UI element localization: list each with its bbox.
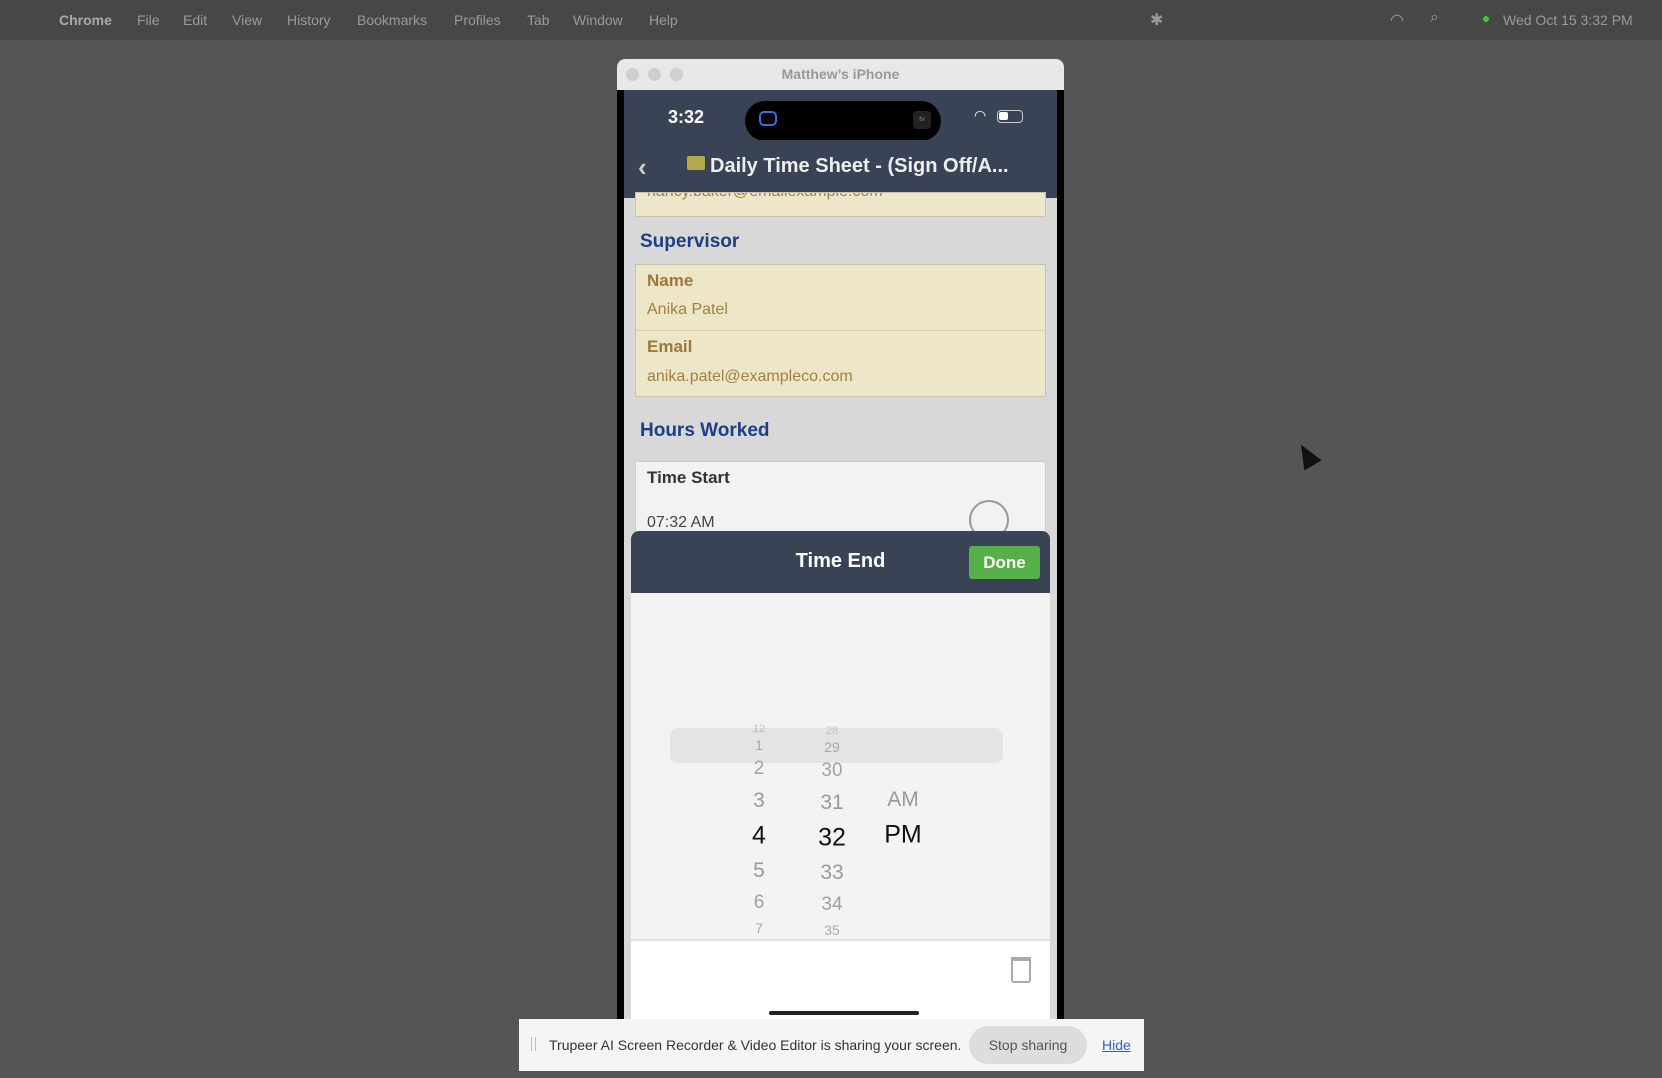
menu-view[interactable]: View (232, 12, 262, 28)
hour-option[interactable]: 5 (753, 859, 765, 883)
trash-icon[interactable] (1011, 957, 1031, 983)
back-chevron-icon[interactable]: ‹ (638, 152, 647, 183)
apple-tv-icon: tv (913, 111, 931, 129)
hour-option[interactable]: 7 (755, 920, 763, 936)
minute-option[interactable]: 31 (820, 791, 843, 815)
recording-dot-icon (1483, 16, 1489, 22)
menu-tab[interactable]: Tab (527, 12, 550, 28)
minute-option[interactable]: 34 (821, 894, 842, 916)
email-value[interactable]: anika.patel@exampleco.com (647, 368, 853, 386)
menu-history[interactable]: History (287, 12, 331, 28)
phone-status-bar: 3:32 tv ◠ (624, 90, 1057, 142)
hide-link[interactable]: Hide (1102, 1037, 1131, 1053)
menu-help[interactable]: Help (649, 12, 678, 28)
email-label: Email (647, 337, 693, 356)
dynamic-island: tv (745, 101, 941, 141)
minute-option[interactable]: 33 (820, 861, 843, 885)
menu-edit[interactable]: Edit (183, 12, 207, 28)
menubar-clock[interactable]: Wed Oct 15 3:32 PM (1503, 12, 1633, 28)
minute-option[interactable]: 35 (824, 922, 840, 938)
screen-mirroring-icon (759, 111, 777, 126)
wifi-icon[interactable]: ◠ (1390, 10, 1404, 30)
minute-option[interactable]: 32 (818, 824, 846, 853)
search-icon[interactable]: ⌕ (1430, 9, 1439, 27)
zoom-window-button[interactable] (670, 68, 683, 81)
field-divider (636, 330, 1045, 331)
sharing-message: Trupeer AI Screen Recorder & Video Edito… (549, 1037, 962, 1053)
phone-time: 3:32 (668, 107, 705, 127)
time-start-value: 07:32 AM (647, 514, 715, 531)
nav-title: Daily Time Sheet - (Sign Off/A... (710, 155, 1009, 177)
hour-option[interactable]: 12 (753, 723, 765, 735)
minute-option[interactable]: 28 (826, 725, 838, 737)
screen-sharing-bar: Trupeer AI Screen Recorder & Video Edito… (519, 1019, 1144, 1071)
bluetooth-icon[interactable]: ✱ (1150, 10, 1163, 30)
partial-email-value: nancy.baker@emailexample.com (647, 193, 883, 201)
phone-screen: 3:32 tv ◠ ‹ Daily Time Sheet - (Sign Off… (624, 90, 1057, 1059)
lock-icon (687, 156, 705, 170)
supervisor-fields: Name Anika Patel Email anika.patel@examp… (635, 264, 1046, 397)
hour-option[interactable]: 1 (755, 737, 763, 753)
stop-sharing-button[interactable]: Stop sharing (969, 1026, 1087, 1064)
done-button[interactable]: Done (969, 546, 1040, 579)
window-title: Matthew’s iPhone (781, 66, 900, 82)
mac-menubar: Chrome File Edit View History Bookmarks … (0, 0, 1662, 40)
name-value[interactable]: Anika Patel (647, 301, 728, 319)
home-indicator (769, 1011, 919, 1015)
pm-option[interactable]: PM (884, 821, 922, 850)
minute-option[interactable]: 30 (821, 760, 842, 782)
nav-bar: ‹ Daily Time Sheet - (Sign Off/A... (624, 140, 1057, 198)
picker-header: Time End Done (631, 531, 1050, 593)
hour-option[interactable]: 2 (754, 758, 765, 780)
name-label: Name (647, 271, 694, 290)
phone-wifi-icon: ◠ (974, 107, 987, 123)
window-titlebar: Matthew’s iPhone (617, 59, 1064, 90)
minute-option[interactable]: 29 (824, 739, 840, 755)
minimize-window-button[interactable] (648, 68, 661, 81)
supervisor-heading: Supervisor (640, 231, 740, 252)
hour-option[interactable]: 3 (753, 789, 765, 813)
time-start-label: Time Start (647, 468, 730, 487)
menu-profiles[interactable]: Profiles (454, 12, 501, 28)
menu-window[interactable]: Window (573, 12, 623, 28)
iphone-mirroring-window: Matthew’s iPhone 3:32 tv ◠ ‹ Daily Time … (617, 59, 1064, 1059)
hour-option[interactable]: 4 (752, 822, 766, 851)
close-window-button[interactable] (626, 68, 639, 81)
hour-option[interactable]: 6 (754, 892, 765, 914)
partial-email-field[interactable]: nancy.baker@emailexample.com (635, 192, 1046, 217)
battery-icon (997, 110, 1023, 123)
menu-app-chrome[interactable]: Chrome (59, 12, 112, 28)
menu-file[interactable]: File (137, 12, 160, 28)
am-option[interactable]: AM (887, 788, 919, 812)
hours-worked-heading: Hours Worked (640, 420, 770, 441)
time-picker[interactable]: 1212345678282930313233343536AMPM (631, 593, 1050, 954)
time-start-field[interactable]: Time Start 07:32 AM (635, 461, 1046, 541)
menu-bookmarks[interactable]: Bookmarks (357, 12, 427, 28)
drag-handle-icon[interactable] (531, 1037, 536, 1051)
mouse-cursor-icon (1292, 439, 1322, 471)
